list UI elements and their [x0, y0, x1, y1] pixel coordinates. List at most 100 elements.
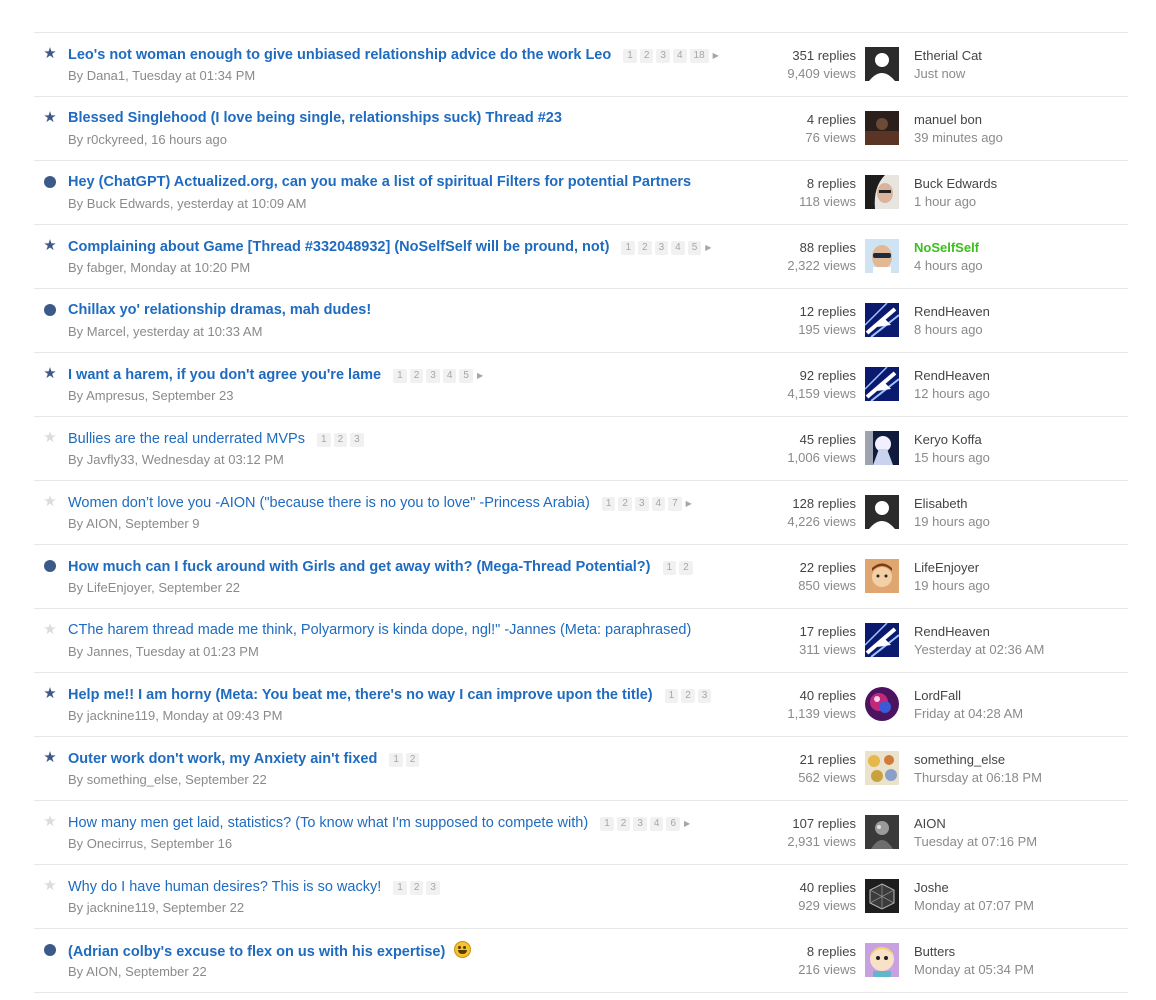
topic-start-date[interactable]: September 22: [185, 772, 267, 787]
last-post-time[interactable]: Tuesday at 07:16 PM: [914, 833, 1037, 851]
page-link[interactable]: 3: [656, 49, 670, 63]
topic-title-link[interactable]: Women don’t love you -AION ("because the…: [68, 495, 590, 511]
page-link[interactable]: 3: [654, 241, 669, 255]
caret-right-icon[interactable]: ▶: [713, 51, 719, 60]
caret-right-icon[interactable]: ▶: [705, 243, 711, 252]
topic-author[interactable]: Javfly33: [87, 452, 135, 467]
topic-author[interactable]: jacknine119: [87, 708, 155, 723]
last-poster-name[interactable]: manuel bon: [914, 111, 1003, 129]
last-post-time[interactable]: Just now: [914, 65, 982, 83]
unread-dot-icon[interactable]: [42, 558, 58, 574]
topic-author[interactable]: Onecirrus: [87, 836, 143, 851]
topic-title-link[interactable]: (Adrian colby's excuse to flex on us wit…: [68, 944, 445, 960]
topic-title-link[interactable]: How much can I fuck around with Girls an…: [68, 559, 650, 575]
last-poster-avatar[interactable]: [865, 431, 899, 465]
page-link[interactable]: 3: [697, 689, 712, 703]
page-link[interactable]: 1: [600, 817, 614, 831]
topic-start-date[interactable]: Monday at 10:20 PM: [130, 260, 250, 275]
last-poster-name[interactable]: RendHeaven: [914, 367, 990, 385]
star-icon[interactable]: ★: [42, 366, 58, 382]
page-link[interactable]: 3: [634, 497, 649, 511]
page-link[interactable]: 7: [668, 497, 682, 511]
topic-title-link[interactable]: Hey (ChatGPT) Actualized.org, can you ma…: [68, 174, 691, 190]
page-link[interactable]: 3: [426, 881, 440, 895]
topic-author[interactable]: jacknine119: [87, 900, 155, 915]
last-poster-avatar[interactable]: [865, 559, 899, 593]
page-link[interactable]: 1: [393, 881, 407, 895]
topic-start-date[interactable]: September 16: [150, 836, 232, 851]
star-icon[interactable]: ★: [42, 814, 58, 830]
last-poster-avatar[interactable]: [865, 239, 899, 273]
last-poster-name[interactable]: RendHeaven: [914, 623, 1044, 641]
last-poster-name[interactable]: Keryo Koffa: [914, 431, 990, 449]
topic-author[interactable]: Dana1: [87, 68, 125, 83]
unread-dot-icon[interactable]: [42, 302, 58, 318]
topic-start-date[interactable]: September 9: [125, 516, 199, 531]
topic-title-link[interactable]: Bullies are the real underrated MVPs: [68, 431, 305, 447]
page-link[interactable]: 1: [389, 753, 403, 767]
topic-title-link[interactable]: Complaining about Game [Thread #33204893…: [68, 239, 609, 255]
last-poster-avatar[interactable]: [865, 175, 899, 209]
last-poster-avatar[interactable]: [865, 111, 899, 145]
star-icon[interactable]: ★: [42, 110, 58, 126]
page-link[interactable]: 18: [689, 49, 709, 63]
page-link[interactable]: 2: [405, 753, 420, 767]
star-icon[interactable]: ★: [42, 46, 58, 62]
topic-start-date[interactable]: Monday at 09:43 PM: [162, 708, 282, 723]
last-post-time[interactable]: 15 hours ago: [914, 449, 990, 467]
topic-start-date[interactable]: yesterday at 10:33 AM: [133, 324, 262, 339]
last-post-time[interactable]: Yesterday at 02:36 AM: [914, 641, 1044, 659]
page-link[interactable]: 2: [639, 49, 654, 63]
topic-start-date[interactable]: Tuesday at 01:34 PM: [132, 68, 255, 83]
star-icon[interactable]: ★: [42, 750, 58, 766]
star-icon[interactable]: ★: [42, 430, 58, 446]
last-poster-avatar[interactable]: [865, 815, 899, 849]
last-poster-name[interactable]: AION: [914, 815, 1037, 833]
topic-title-link[interactable]: Help me!! I am horny (Meta: You beat me,…: [68, 687, 653, 703]
topic-start-date[interactable]: 16 hours ago: [151, 132, 227, 147]
star-icon[interactable]: ★: [42, 494, 58, 510]
last-poster-name[interactable]: NoSelfSelf: [914, 239, 983, 257]
topic-author[interactable]: something_else: [87, 772, 178, 787]
last-poster-avatar[interactable]: [865, 495, 899, 529]
topic-author[interactable]: LifeEnjoyer: [87, 580, 151, 595]
last-poster-avatar[interactable]: [865, 687, 899, 721]
topic-title-link[interactable]: How many men get laid, statistics? (To k…: [68, 815, 588, 831]
last-post-time[interactable]: 8 hours ago: [914, 321, 990, 339]
topic-title-link[interactable]: CThe harem thread made me think, Polyarm…: [68, 622, 691, 638]
topic-author[interactable]: fabger: [87, 260, 123, 275]
topic-author[interactable]: Buck Edwards: [87, 196, 170, 211]
page-link[interactable]: 2: [679, 561, 693, 575]
page-link[interactable]: 4: [672, 49, 687, 63]
topic-author[interactable]: Marcel: [87, 324, 126, 339]
page-link[interactable]: 4: [442, 369, 457, 383]
topic-start-date[interactable]: Tuesday at 01:23 PM: [136, 644, 259, 659]
topic-title-link[interactable]: Why do I have human desires? This is so …: [68, 879, 381, 895]
last-poster-name[interactable]: LifeEnjoyer: [914, 559, 990, 577]
topic-start-date[interactable]: September 23: [152, 388, 234, 403]
topic-author[interactable]: Ampresus: [86, 388, 145, 403]
topic-start-date[interactable]: Wednesday at 03:12 PM: [142, 452, 284, 467]
caret-right-icon[interactable]: ▶: [686, 499, 692, 508]
last-poster-name[interactable]: Butters: [914, 943, 1034, 961]
page-link[interactable]: 2: [616, 817, 631, 831]
page-link[interactable]: 4: [651, 497, 666, 511]
last-poster-avatar[interactable]: [865, 879, 899, 913]
topic-title-link[interactable]: Outer work don't work, my Anxiety ain't …: [68, 751, 377, 767]
last-poster-name[interactable]: Etherial Cat: [914, 47, 982, 65]
last-poster-avatar[interactable]: [865, 367, 899, 401]
topic-title-link[interactable]: I want a harem, if you don't agree you'r…: [68, 367, 381, 383]
page-link[interactable]: 5: [687, 241, 702, 255]
caret-right-icon[interactable]: ▶: [684, 819, 690, 828]
topic-author[interactable]: Jannes: [87, 644, 129, 659]
last-poster-name[interactable]: LordFall: [914, 687, 1023, 705]
last-poster-avatar[interactable]: [865, 623, 899, 657]
topic-author[interactable]: r0ckyreed: [87, 132, 144, 147]
unread-dot-icon[interactable]: [42, 942, 58, 958]
page-link[interactable]: 4: [671, 241, 685, 255]
last-post-time[interactable]: 1 hour ago: [914, 193, 997, 211]
page-link[interactable]: 1: [601, 497, 616, 511]
last-post-time[interactable]: 4 hours ago: [914, 257, 983, 275]
last-poster-name[interactable]: RendHeaven: [914, 303, 990, 321]
page-link[interactable]: 1: [623, 49, 637, 63]
